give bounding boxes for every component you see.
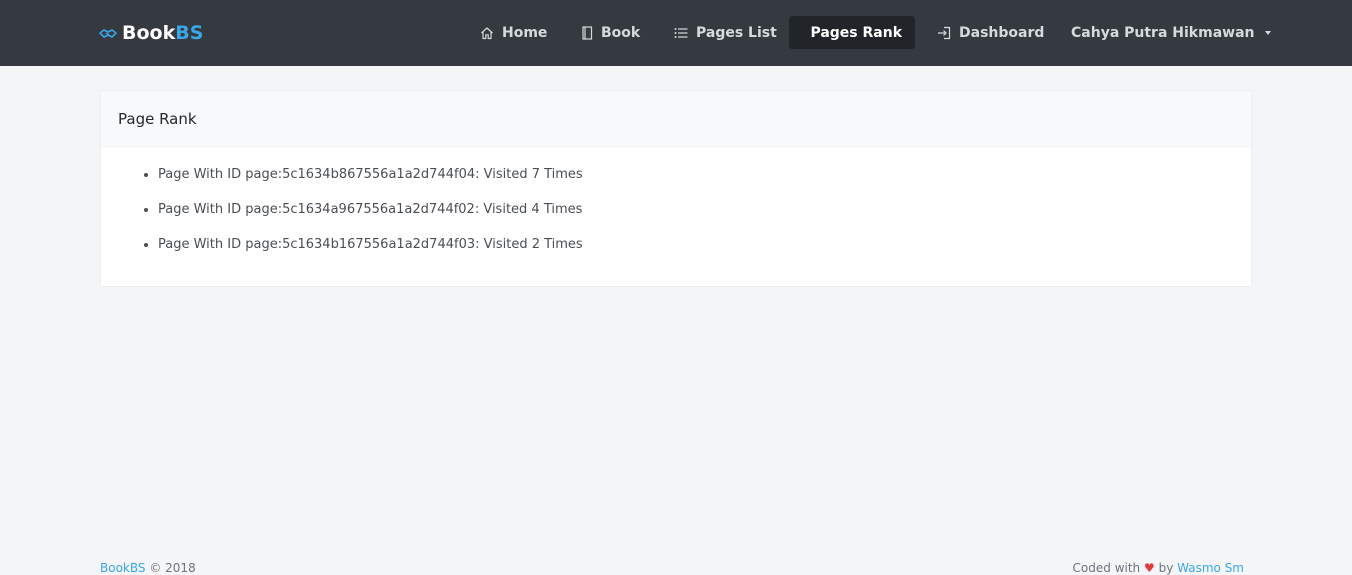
coded-with-text: Coded with: [1073, 561, 1141, 575]
caret-down-icon: [1265, 31, 1271, 35]
top-navbar: BookBS Home Book Pages List: [0, 0, 1352, 66]
nav-label-book: Book: [601, 25, 640, 41]
sign-in-icon: [937, 26, 951, 40]
nav-item-pages-rank[interactable]: Pages Rank: [789, 16, 915, 49]
page-rank-list: Page With ID page:5c1634b867556a1a2d744f…: [101, 147, 1251, 270]
by-text: by: [1159, 561, 1174, 575]
nav-item-book[interactable]: Book: [568, 16, 653, 49]
list-item: Page With ID page:5c1634a967556a1a2d744f…: [158, 200, 1251, 235]
footer-copyright: BookBS © 2018: [100, 561, 196, 575]
heart-icon: ♥: [1144, 561, 1155, 575]
list-icon: [674, 27, 688, 39]
brand-name: BookBS: [122, 22, 203, 44]
page-rank-card: Page Rank Page With ID page:5c1634b86755…: [100, 90, 1252, 287]
nav-item-pages-list[interactable]: Pages List: [661, 16, 790, 49]
nav-label-pages-rank: Pages Rank: [810, 25, 902, 41]
user-name: Cahya Putra Hikmawan: [1071, 25, 1255, 41]
book-icon: [581, 26, 593, 40]
nav-label-dashboard: Dashboard: [959, 25, 1044, 41]
copyright-text: © 2018: [149, 561, 195, 575]
nav-item-home[interactable]: Home: [467, 16, 560, 49]
footer-credit: Coded with ♥ by Wasmo Sm: [1073, 561, 1244, 575]
card-title: Page Rank: [101, 91, 1251, 147]
brand-logo[interactable]: BookBS: [98, 20, 203, 46]
user-menu-dropdown[interactable]: Cahya Putra Hikmawan: [1058, 16, 1284, 49]
home-icon: [480, 26, 494, 40]
list-item: Page With ID page:5c1634b867556a1a2d744f…: [158, 165, 1251, 200]
author-link[interactable]: Wasmo Sm: [1177, 561, 1244, 575]
nav-label-home: Home: [502, 25, 547, 41]
nav-label-pages-list: Pages List: [696, 25, 777, 41]
handshake-icon: [98, 26, 118, 40]
footer-brand-link[interactable]: BookBS: [100, 561, 146, 575]
nav-item-dashboard[interactable]: Dashboard: [924, 16, 1057, 49]
list-item: Page With ID page:5c1634b167556a1a2d744f…: [158, 235, 1251, 270]
